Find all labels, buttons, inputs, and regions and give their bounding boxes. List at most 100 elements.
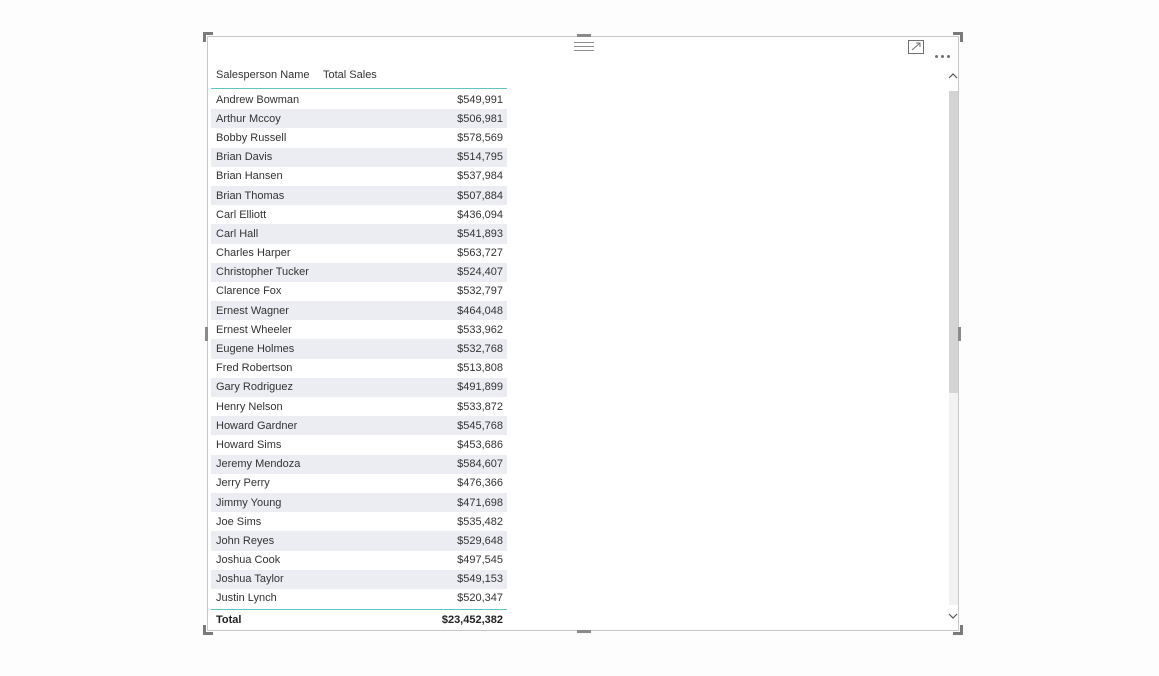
drag-handle-icon[interactable] (574, 42, 594, 51)
table-row[interactable]: Brian Davis $514,795 (211, 147, 507, 167)
total-value: $23,452,382 (441, 614, 503, 627)
cell-salesperson-name: Ernest Wagner (216, 304, 289, 317)
table-row[interactable]: Carl Elliott $436,094 (211, 205, 507, 224)
table-row[interactable]: Jeremy Mendoza $584,607 (211, 454, 507, 474)
cell-total-sales: $545,768 (457, 419, 503, 432)
cell-salesperson-name: Jimmy Young (216, 496, 282, 509)
sales-table: Salesperson Name Total Sales Andrew Bowm… (211, 62, 507, 630)
cell-total-sales: $506,981 (457, 112, 503, 125)
cell-salesperson-name: Brian Hansen (216, 170, 283, 183)
cell-salesperson-name: Justin Lynch (216, 592, 277, 605)
cell-salesperson-name: Gary Rodriguez (216, 381, 294, 394)
more-options-icon[interactable] (935, 45, 955, 58)
cell-total-sales: $578,569 (457, 131, 503, 144)
table-row[interactable]: Jerry Perry $476,366 (211, 474, 507, 493)
resize-handle-left[interactable] (205, 327, 208, 341)
cell-total-sales: $453,686 (457, 438, 503, 451)
cell-salesperson-name: Joe Sims (216, 515, 262, 528)
cell-salesperson-name: Ernest Wheeler (216, 323, 292, 336)
table-total-row: Total $23,452,382 (211, 609, 507, 630)
table-row[interactable]: John Reyes $529,648 (211, 531, 507, 551)
table-row[interactable]: Carl Hall $541,893 (211, 224, 507, 244)
column-header-total-sales[interactable]: Total Sales (323, 69, 377, 81)
chevron-up-icon[interactable] (947, 71, 959, 83)
table-row[interactable]: Arthur Mccoy $506,981 (211, 109, 507, 129)
table-visual[interactable]: Salesperson Name Total Sales Andrew Bowm… (203, 32, 963, 635)
cell-total-sales: $520,347 (457, 592, 503, 605)
table-row[interactable]: Henry Nelson $533,872 (211, 397, 507, 416)
scrollbar-thumb[interactable] (949, 91, 958, 393)
cell-total-sales: $535,482 (457, 515, 503, 528)
table-row[interactable]: Justin Lynch $520,347 (211, 589, 507, 608)
table-row[interactable]: Howard Gardner $545,768 (211, 416, 507, 436)
cell-total-sales: $476,366 (457, 477, 503, 490)
cell-salesperson-name: Jerry Perry (216, 477, 270, 490)
cell-salesperson-name: Clarence Fox (216, 285, 282, 298)
table-row[interactable]: Brian Thomas $507,884 (211, 185, 507, 206)
cell-total-sales: $524,407 (457, 266, 503, 279)
cell-salesperson-name: Charles Harper (216, 247, 291, 260)
cell-total-sales: $497,545 (457, 554, 503, 567)
cell-total-sales: $533,962 (457, 323, 503, 336)
table-row[interactable]: Eugene Holmes $532,768 (211, 339, 507, 359)
table-body: Andrew Bowman $549,991 Arthur Mccoy $506,98… (211, 90, 507, 608)
resize-handle-bottom[interactable] (577, 630, 591, 633)
table-row[interactable]: Joshua Cook $497,545 (211, 551, 507, 570)
cell-salesperson-name: Fred Robertson (216, 362, 293, 375)
table-row[interactable]: Christopher Tucker $524,407 (211, 262, 507, 282)
chevron-down-icon[interactable] (947, 611, 959, 623)
table-row[interactable]: Ernest Wagner $464,048 (211, 301, 507, 321)
cell-total-sales: $549,991 (457, 93, 503, 106)
cell-salesperson-name: Howard Sims (216, 438, 282, 451)
cell-total-sales: $549,153 (457, 573, 503, 586)
vertical-scrollbar[interactable] (947, 67, 959, 619)
cell-total-sales: $541,893 (457, 227, 503, 240)
table-row[interactable]: Howard Sims $453,686 (211, 435, 507, 454)
cell-total-sales: $436,094 (457, 208, 503, 221)
cell-salesperson-name: Eugene Holmes (216, 343, 295, 356)
table-row[interactable]: Charles Harper $563,727 (211, 244, 507, 263)
cell-salesperson-name: Joshua Taylor (216, 573, 284, 586)
table-row[interactable]: Andrew Bowman $549,991 (211, 90, 507, 109)
cell-salesperson-name: Jeremy Mendoza (216, 458, 301, 471)
resize-handle-top-left[interactable] (203, 32, 213, 42)
cell-salesperson-name: Arthur Mccoy (216, 112, 281, 125)
table-row[interactable]: Jimmy Young $471,698 (211, 492, 507, 513)
total-label: Total (216, 614, 242, 627)
table-row[interactable]: Gary Rodriguez $491,899 (211, 377, 507, 397)
table-row[interactable]: Brian Hansen $537,984 (211, 167, 507, 186)
table-row[interactable]: Joshua Taylor $549,153 (211, 569, 507, 589)
table-row[interactable]: Fred Robertson $513,808 (211, 359, 507, 378)
cell-total-sales: $513,808 (457, 362, 503, 375)
resize-handle-bottom-right[interactable] (953, 625, 963, 635)
column-header-salesperson[interactable]: Salesperson Name (211, 69, 323, 81)
cell-total-sales: $584,607 (457, 458, 503, 471)
cell-salesperson-name: Henry Nelson (216, 400, 283, 413)
cell-total-sales: $532,797 (457, 285, 503, 298)
cell-salesperson-name: Brian Davis (216, 151, 273, 164)
resize-handle-top[interactable] (577, 34, 591, 37)
cell-salesperson-name: Andrew Bowman (216, 93, 300, 106)
cell-salesperson-name: John Reyes (216, 534, 275, 547)
focus-mode-icon[interactable] (908, 40, 924, 54)
cell-total-sales: $537,984 (457, 170, 503, 183)
cell-salesperson-name: Carl Hall (216, 227, 259, 240)
cell-total-sales: $464,048 (457, 304, 503, 317)
cell-total-sales: $529,648 (457, 534, 503, 547)
table-row[interactable]: Bobby Russell $578,569 (211, 128, 507, 147)
cell-salesperson-name: Christopher Tucker (216, 266, 309, 279)
table-row[interactable]: Clarence Fox $532,797 (211, 282, 507, 301)
table-row[interactable]: Ernest Wheeler $533,962 (211, 320, 507, 339)
cell-total-sales: $471,698 (457, 496, 503, 509)
cell-total-sales: $532,768 (457, 343, 503, 356)
table-row[interactable]: Joe Sims $535,482 (211, 512, 507, 531)
cell-total-sales: $533,872 (457, 400, 503, 413)
cell-salesperson-name: Howard Gardner (216, 419, 298, 432)
cell-total-sales: $563,727 (457, 247, 503, 260)
cell-salesperson-name: Joshua Cook (216, 554, 281, 567)
cell-total-sales: $507,884 (457, 189, 503, 202)
cell-total-sales: $514,795 (457, 151, 503, 164)
cell-total-sales: $491,899 (457, 381, 503, 394)
resize-handle-top-right[interactable] (953, 32, 963, 42)
cell-salesperson-name: Brian Thomas (216, 189, 285, 202)
